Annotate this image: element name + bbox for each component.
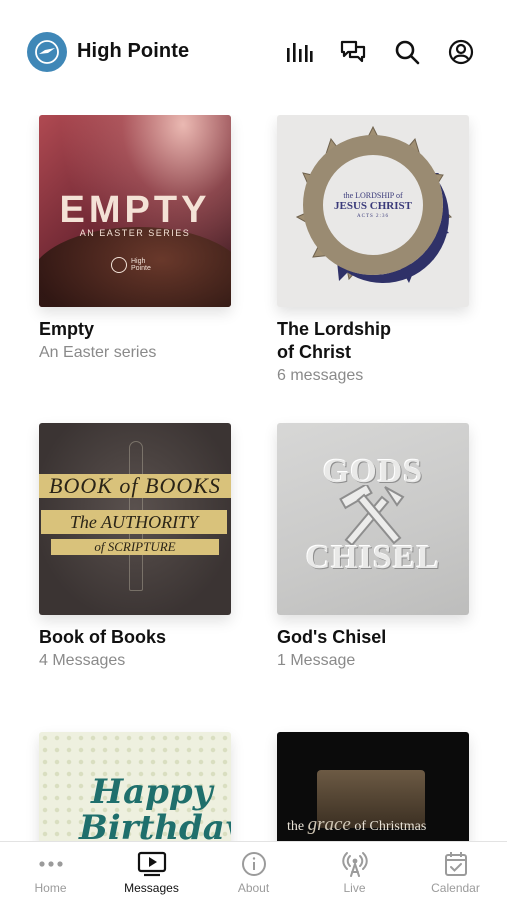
tab-calendar[interactable]: Calendar xyxy=(405,842,506,900)
tab-label: Live xyxy=(343,881,366,895)
tab-home[interactable]: Home xyxy=(0,842,101,900)
more-dots-icon xyxy=(38,851,64,877)
series-title: The Lordship of Christ xyxy=(277,319,391,362)
equalizer-icon[interactable] xyxy=(285,38,313,66)
logo-icon[interactable] xyxy=(27,32,67,72)
artwork-subtitle: Birthday, xyxy=(79,808,231,841)
info-icon xyxy=(241,851,267,877)
tab-label: Messages xyxy=(124,881,179,895)
artwork-subtitle: AN EASTER SERIES xyxy=(79,228,191,238)
series-artwork: BOOK of BOOKS The AUTHORITY of SCRIPTURE xyxy=(39,423,231,615)
tab-live[interactable]: Live xyxy=(304,842,405,900)
bottom-tab-bar: Home Messages About Live Calendar xyxy=(0,841,507,900)
series-title: God's Chisel xyxy=(277,627,387,647)
tab-label: Calendar xyxy=(431,881,480,895)
tab-messages[interactable]: Messages xyxy=(101,842,202,900)
series-card-lordship-of-christ[interactable]: the LORDSHIP of JESUS CHRIST ACTS 2:36 T… xyxy=(277,115,471,387)
artwork-title: Happy xyxy=(91,772,213,812)
series-subtitle: 4 Messages xyxy=(39,652,126,669)
series-artwork: EMPTY AN EASTER SERIES High Pointe xyxy=(39,115,231,307)
series-artwork: GODS CHISEL xyxy=(277,423,469,615)
series-card-grace-of-christmas[interactable]: the grace of Christmas xyxy=(277,732,471,841)
series-artwork: the grace of Christmas xyxy=(277,732,469,841)
series-subtitle: 1 Message xyxy=(277,652,356,669)
artwork-title: EMPTY xyxy=(59,189,211,231)
series-artwork: the LORDSHIP of JESUS CHRIST ACTS 2:36 xyxy=(277,115,469,307)
artwork-logo: High Pointe xyxy=(111,257,151,273)
artwork-subtitle-2: of SCRIPTURE xyxy=(51,539,219,555)
artwork-subtitle: CHISEL xyxy=(305,539,441,576)
artwork-title: BOOK of BOOKS xyxy=(39,474,231,498)
series-title: Book of Books xyxy=(39,627,167,647)
series-subtitle: 6 messages xyxy=(277,367,364,384)
series-subtitle: An Easter series xyxy=(39,344,157,361)
series-card-happy-birthday[interactable]: Happy Birthday, xyxy=(39,732,233,841)
search-icon[interactable] xyxy=(393,38,421,66)
play-screen-icon xyxy=(137,851,167,877)
series-card-empty[interactable]: EMPTY AN EASTER SERIES High Pointe Empty … xyxy=(39,115,233,364)
series-grid: EMPTY AN EASTER SERIES High Pointe Empty … xyxy=(0,115,507,841)
app-title: High Pointe xyxy=(77,40,190,62)
calendar-icon xyxy=(443,851,469,877)
account-icon[interactable] xyxy=(447,38,475,66)
series-artwork: Happy Birthday, xyxy=(39,732,231,841)
series-card-book-of-books[interactable]: BOOK of BOOKS The AUTHORITY of SCRIPTURE… xyxy=(39,423,233,672)
tab-about[interactable]: About xyxy=(203,842,304,900)
artwork-text: the LORDSHIP of JESUS CHRIST ACTS 2:36 xyxy=(334,191,412,219)
app-header: High Pointe xyxy=(0,0,507,100)
tab-label: About xyxy=(237,881,270,895)
artwork-subtitle: The AUTHORITY xyxy=(41,510,227,534)
series-title: Empty xyxy=(39,319,95,339)
chat-icon[interactable] xyxy=(339,38,367,66)
tab-label: Home xyxy=(34,881,67,895)
broadcast-icon xyxy=(341,851,368,877)
artwork-title: the grace of Christmas xyxy=(287,814,427,835)
series-card-gods-chisel[interactable]: GODS CHISEL God's Chisel 1 Message xyxy=(277,423,471,672)
